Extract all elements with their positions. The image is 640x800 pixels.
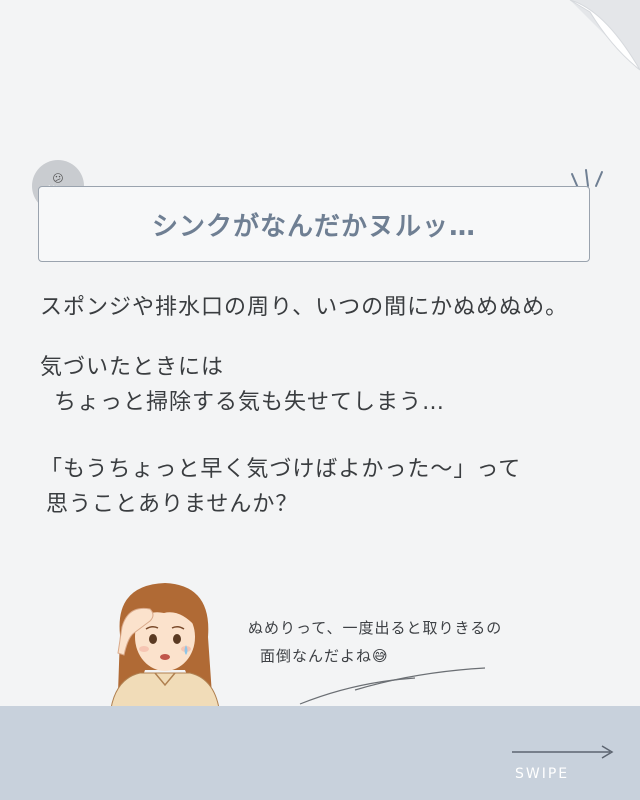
body-line-2: 気づいたときには <box>40 355 225 380</box>
body-line-1: スポンジや排水口の周り、いつの間にかぬめぬめ。 <box>40 295 569 320</box>
swipe-arrow-icon[interactable] <box>510 742 620 762</box>
body-line-3: ちょっと掃除する気も失せてしまう… <box>54 390 446 415</box>
body-line-4: 「もうちょっと早く気づけばよかった〜」って <box>40 457 522 482</box>
page-title: シンクがなんだかヌルッ… <box>151 211 476 242</box>
title-box: シンクがなんだかヌルッ… <box>38 186 590 262</box>
confused-face-icon: 😕 <box>52 172 64 185</box>
swoosh-lines-decoration <box>299 667 486 705</box>
speech-line-2: 面倒なんだよね😅 <box>260 647 389 665</box>
swipe-label[interactable]: SWIPE <box>515 766 569 782</box>
body-line-5: 思うことありませんか？ <box>46 492 299 517</box>
speech-line-1: ぬめりって、一度出ると取りきるの <box>248 619 503 637</box>
worried-girl-illustration <box>109 583 221 715</box>
page-curl-decoration <box>569 0 640 71</box>
